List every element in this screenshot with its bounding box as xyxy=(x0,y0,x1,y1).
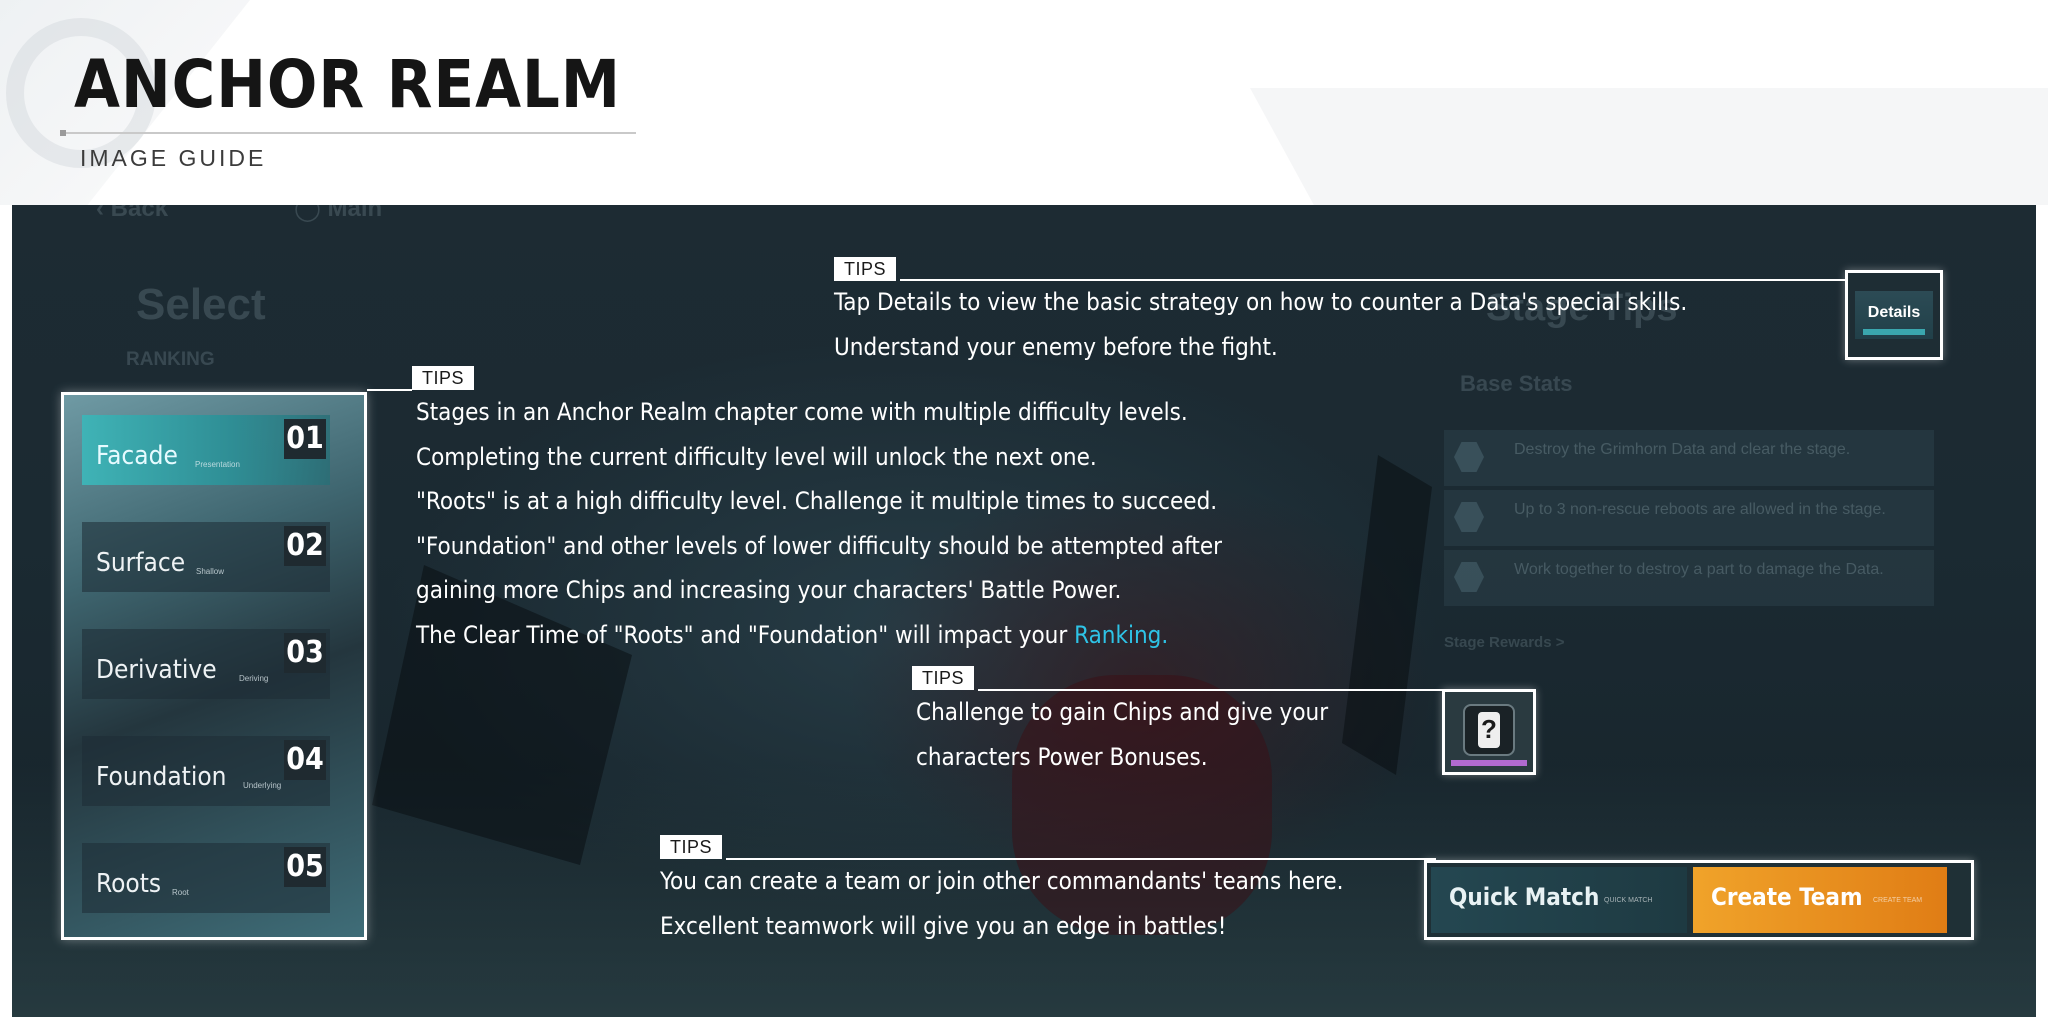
details-button[interactable]: Details xyxy=(1855,291,1933,339)
tip-tag-team: TIPS xyxy=(660,835,723,859)
difficulty-list: Facade Presentation 01 Surface Shallow 0… xyxy=(61,392,367,940)
difficulty-item-derivative[interactable]: Derivative Deriving 03 xyxy=(82,629,330,699)
create-team-label: Create Team xyxy=(1711,883,1863,911)
base-stat-text: Destroy the Grimhorn Data and clear the … xyxy=(1514,441,1851,458)
difficulty-sublabel: Root xyxy=(172,888,189,897)
mystery-chip-icon[interactable]: ? xyxy=(1463,704,1515,756)
tip-tag-details: TIPS xyxy=(834,257,897,281)
question-mark-icon: ? xyxy=(1478,712,1500,748)
page-subtitle: IMAGE GUIDE xyxy=(80,145,267,171)
difficulty-number: 03 xyxy=(284,633,326,673)
difficulty-item-roots[interactable]: Roots Root 05 xyxy=(82,843,330,913)
ranking-link[interactable]: Ranking. xyxy=(1074,621,1168,649)
back-label: Back xyxy=(110,205,169,222)
difficulty-label: Foundation xyxy=(96,762,227,792)
tip-line-prefix: The Clear Time of "Roots" and "Foundatio… xyxy=(416,620,1075,649)
difficulty-number: 04 xyxy=(284,740,326,780)
create-team-button[interactable]: Create Team CREATE TEAM xyxy=(1693,867,1947,933)
tip-line-text: characters Power Bonuses. xyxy=(916,742,1208,771)
quick-match-button[interactable]: Quick Match QUICK MATCH xyxy=(1431,867,1687,933)
difficulty-sublabel: Shallow xyxy=(196,567,225,576)
tip-line-text: "Roots" is at a high difficulty level. C… xyxy=(416,487,1218,515)
title-divider-dot xyxy=(60,130,66,136)
tip-line-text: Stages in an Anchor Realm chapter come w… xyxy=(416,398,1188,426)
details-button-frame: Details xyxy=(1845,270,1943,360)
difficulty-item-surface[interactable]: Surface Shallow 02 xyxy=(82,522,330,592)
tip-tag-chips: TIPS xyxy=(912,666,975,690)
tip-text-difficulty: Stages in an Anchor Realm chapter come w… xyxy=(416,390,1222,657)
create-team-sublabel: CREATE TEAM xyxy=(1873,897,1923,904)
hexagon-icon xyxy=(1454,442,1484,472)
game-screenshot: ‹ Back ◯ Main Select RANKING Stage Tips … xyxy=(12,205,2036,1017)
base-stat-row: Work together to destroy a part to damag… xyxy=(1444,550,1934,606)
main-button-ghost: ◯ Main xyxy=(294,205,382,221)
quick-match-label: Quick Match xyxy=(1449,883,1600,911)
main-label: Main xyxy=(327,205,383,222)
chip-rarity-bar xyxy=(1451,760,1527,766)
hexagon-icon xyxy=(1454,502,1484,532)
difficulty-label: Roots xyxy=(96,869,162,899)
stage-rewards-ghost: Stage Rewards > xyxy=(1444,634,1565,651)
select-heading-ghost: Select xyxy=(136,280,266,329)
difficulty-number: 02 xyxy=(284,526,326,566)
tip-text-details: Tap Details to view the basic strategy o… xyxy=(834,280,1687,369)
guide-header: ANCHOR REALM IMAGE GUIDE xyxy=(0,0,2048,205)
base-stat-text: Work together to destroy a part to damag… xyxy=(1514,561,1884,578)
difficulty-sublabel: Deriving xyxy=(239,674,269,683)
base-stat-row: Up to 3 non-rescue reboots are allowed i… xyxy=(1444,490,1934,546)
tip-line-text: "Foundation" and other levels of lower d… xyxy=(416,531,1223,560)
difficulty-item-foundation[interactable]: Foundation Underlying 04 xyxy=(82,736,330,806)
home-ring-icon: ◯ xyxy=(294,205,328,222)
tip-connector-line xyxy=(367,389,412,391)
tip-line-text: Understand your enemy before the fight. xyxy=(834,332,1278,361)
base-stat-row: Destroy the Grimhorn Data and clear the … xyxy=(1444,430,1934,486)
base-stats-ghost: Base Stats xyxy=(1460,371,1573,396)
tip-line-text: Excellent teamwork will give you an edge… xyxy=(660,911,1227,940)
tip-line-text: Challenge to gain Chips and give your xyxy=(916,698,1329,726)
difficulty-sublabel: Presentation xyxy=(195,460,240,469)
back-button-ghost: ‹ Back xyxy=(96,205,168,221)
difficulty-sublabel: Underlying xyxy=(243,781,282,790)
tip-line-text: Tap Details to view the basic strategy o… xyxy=(834,288,1688,316)
difficulty-label: Derivative xyxy=(96,655,217,685)
mech-claw-silhouette xyxy=(1342,455,1432,775)
tip-line-text: Completing the current difficulty level … xyxy=(416,442,1097,471)
difficulty-label: Facade xyxy=(96,441,178,471)
tip-tag-difficulty: TIPS xyxy=(412,366,475,390)
tip-text-team: You can create a team or join other comm… xyxy=(660,859,1344,948)
tip-line-text: gaining more Chips and increasing your c… xyxy=(416,576,1122,604)
tip-line-text: You can create a team or join other comm… xyxy=(660,867,1344,895)
tip-text-chips: Challenge to gain Chips and give your ch… xyxy=(916,690,1328,779)
difficulty-number: 05 xyxy=(284,847,326,887)
chip-item-frame: ? xyxy=(1442,689,1536,775)
quick-match-sublabel: QUICK MATCH xyxy=(1604,897,1653,904)
difficulty-label: Surface xyxy=(96,548,186,578)
difficulty-number: 01 xyxy=(284,419,326,459)
ranking-label-ghost: RANKING xyxy=(126,349,215,370)
header-band-decoration xyxy=(1250,88,2048,205)
tip-line-text: The Clear Time of "Roots" and "Foundatio… xyxy=(416,613,1222,658)
team-buttons-frame: Quick Match QUICK MATCH Create Team CREA… xyxy=(1424,860,1974,940)
title-divider xyxy=(62,132,636,134)
back-chevron-icon: ‹ xyxy=(96,205,111,222)
hexagon-icon xyxy=(1454,562,1484,592)
difficulty-item-facade[interactable]: Facade Presentation 01 xyxy=(82,415,330,485)
base-stat-text: Up to 3 non-rescue reboots are allowed i… xyxy=(1514,501,1886,518)
page-title: ANCHOR REALM xyxy=(74,46,621,123)
